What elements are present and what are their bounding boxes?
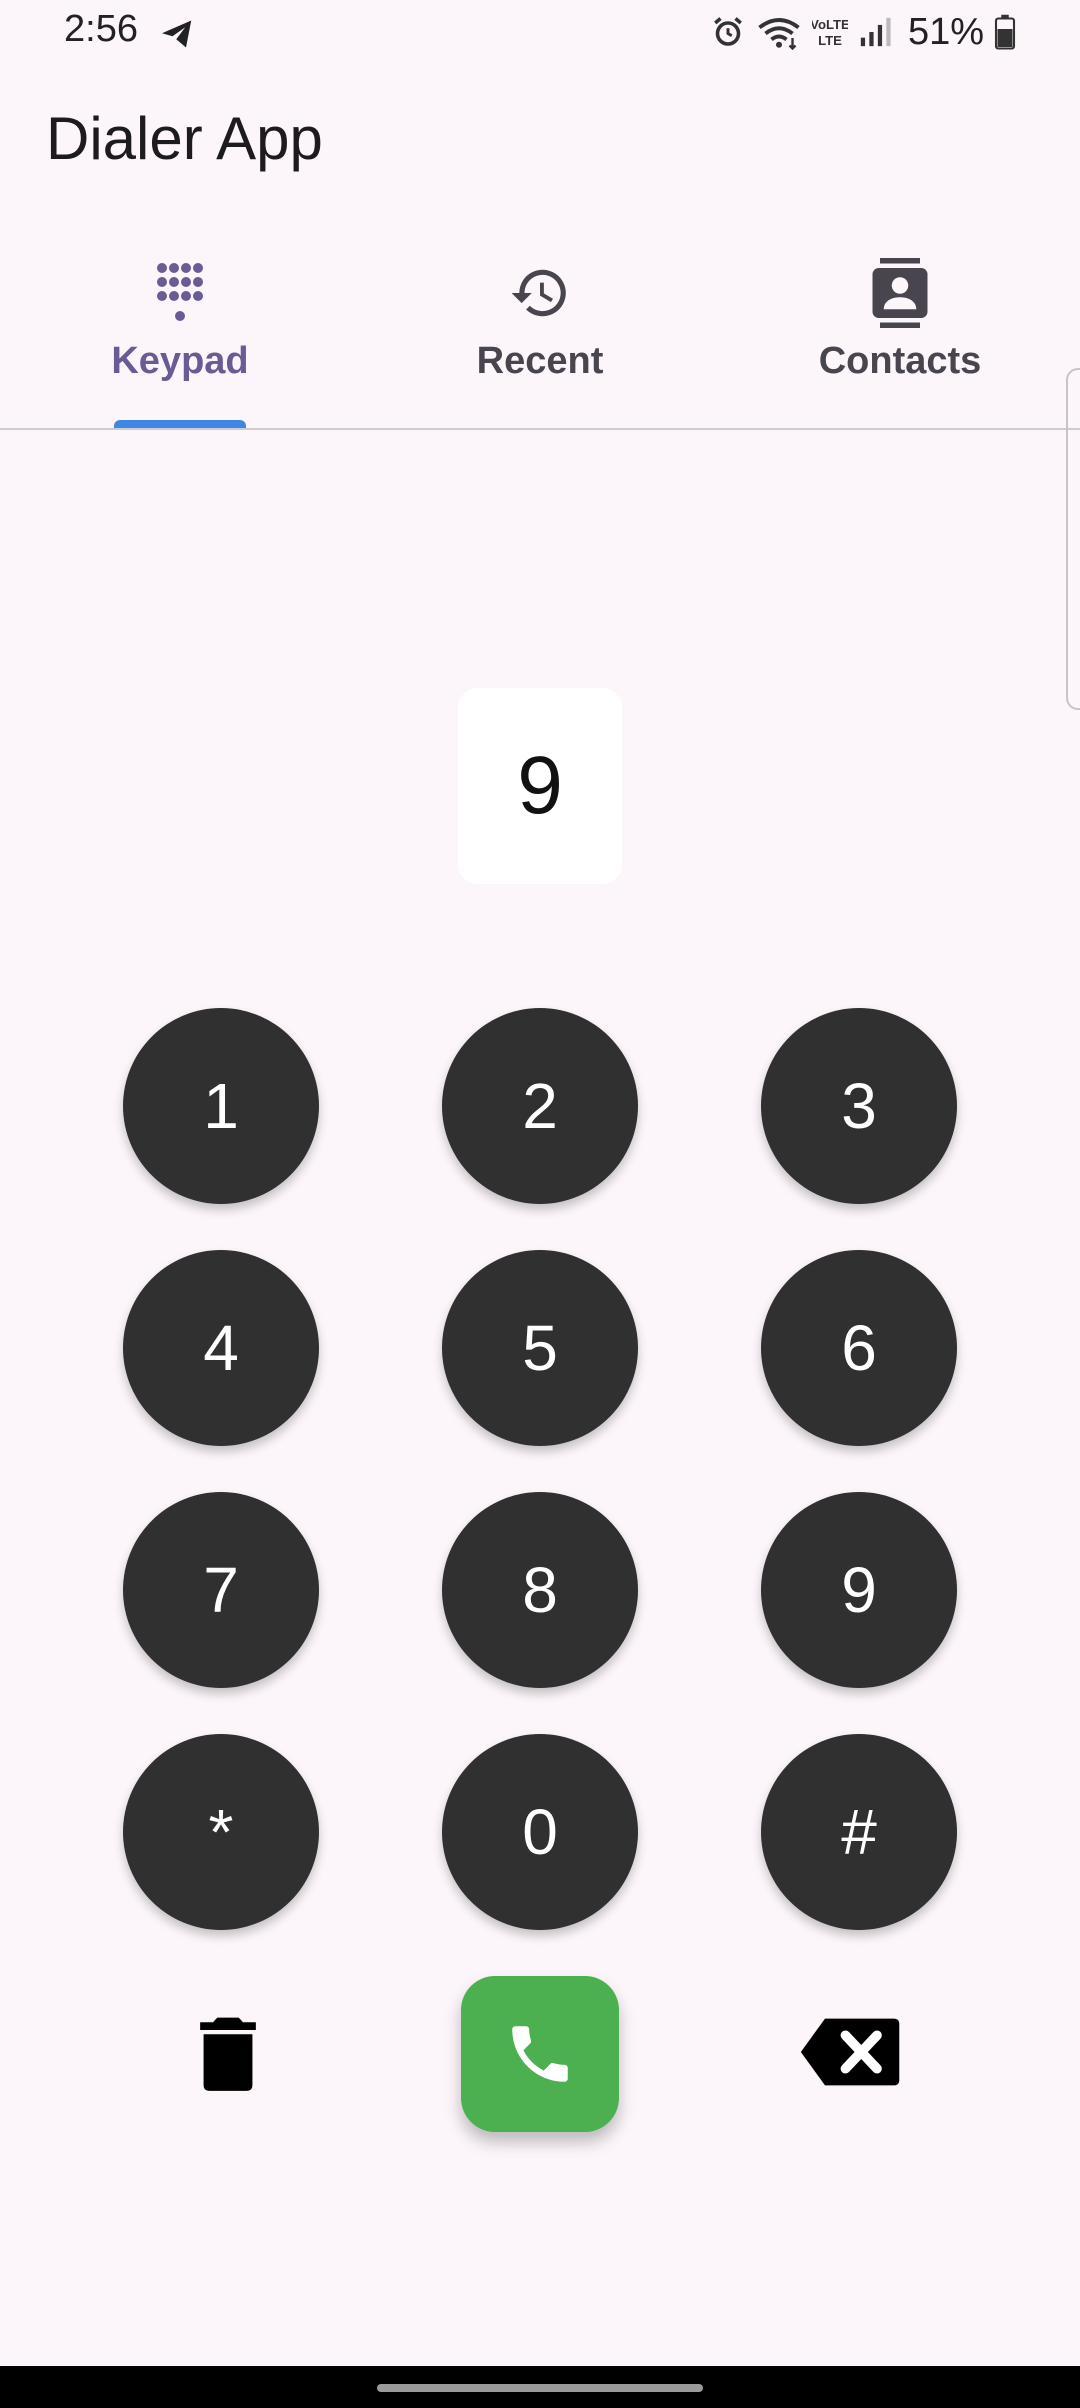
tab-label: Contacts (818, 340, 982, 382)
dialpad-icon (145, 258, 215, 328)
key-8[interactable]: 8 (442, 1492, 638, 1688)
signal-icon (860, 17, 891, 47)
alarm-icon (714, 17, 742, 46)
contacts-icon (865, 258, 935, 328)
key-6[interactable]: 6 (761, 1250, 957, 1446)
key-5[interactable]: 5 (442, 1250, 638, 1446)
battery-percent: 51% (907, 10, 984, 53)
tab-keypad[interactable]: Keypad (0, 240, 360, 430)
key-0[interactable]: 0 (442, 1734, 638, 1930)
key-3[interactable]: 3 (761, 1008, 957, 1204)
dialer-screen: 2:56 VoLTE LTE 51% Dialer App Keypad Rec… (0, 0, 1080, 2408)
svg-text:LTE: LTE (818, 33, 842, 48)
key-4[interactable]: 4 (123, 1250, 319, 1446)
key-star[interactable]: * (123, 1734, 319, 1930)
tabs-divider (0, 428, 1080, 430)
tab-contacts[interactable]: Contacts (720, 240, 1080, 430)
tab-label: Recent (476, 340, 604, 382)
status-bar: 2:56 VoLTE LTE 51% (0, 0, 1080, 64)
battery-icon (994, 14, 1016, 50)
wifi-icon (758, 18, 800, 50)
tab-bar: Keypad Recent Contacts (0, 240, 1080, 430)
call-button[interactable] (461, 1976, 619, 2132)
key-7[interactable]: 7 (123, 1492, 319, 1688)
backspace-button[interactable] (792, 2004, 910, 2100)
tab-label: Keypad (111, 340, 249, 382)
edge-panel-handle[interactable] (1066, 368, 1080, 710)
key-9[interactable]: 9 (761, 1492, 957, 1688)
navigation-bar (0, 2366, 1080, 2408)
status-time: 2:56 (64, 8, 138, 50)
history-icon (505, 258, 575, 328)
status-icons: VoLTE LTE 51% (710, 10, 1016, 54)
key-2[interactable]: 2 (442, 1008, 638, 1204)
backspace-icon (800, 2018, 900, 2086)
volte-icon: VoLTE LTE (812, 17, 848, 48)
trash-icon (200, 2017, 256, 2091)
telegram-icon (162, 20, 192, 48)
app-title: Dialer App (46, 105, 323, 172)
clear-button[interactable] (186, 1994, 270, 2114)
tab-recent[interactable]: Recent (360, 240, 720, 430)
key-1[interactable]: 1 (123, 1008, 319, 1204)
number-display: 9 (458, 688, 622, 884)
phone-icon (512, 2026, 568, 2082)
dialed-number: 9 (517, 740, 563, 831)
home-gesture-handle[interactable] (377, 2384, 703, 2392)
svg-text:VoLTE: VoLTE (812, 17, 848, 32)
key-hash[interactable]: # (761, 1734, 957, 1930)
